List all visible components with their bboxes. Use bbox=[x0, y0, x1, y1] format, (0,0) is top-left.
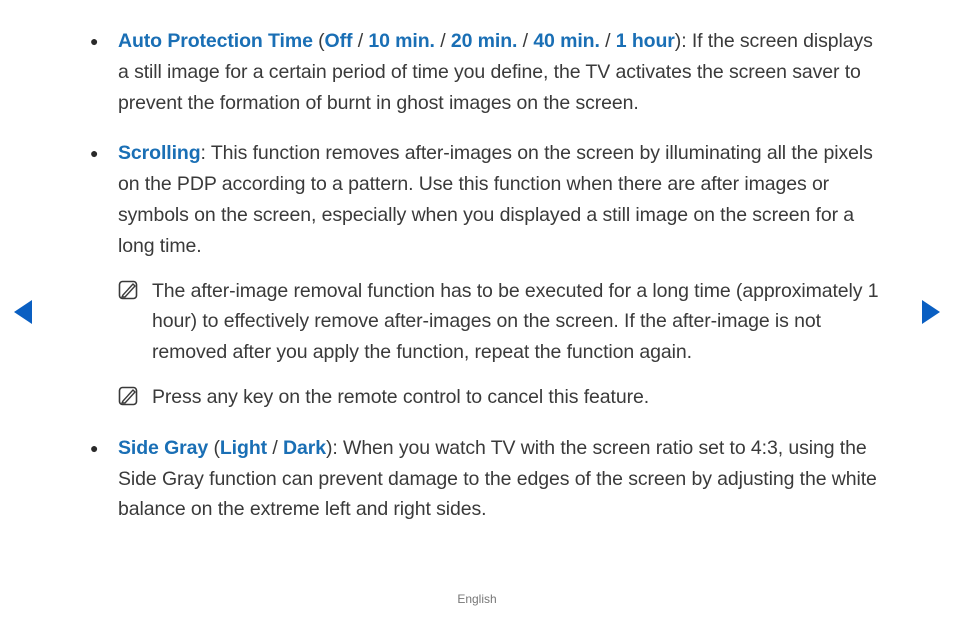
option: 20 min. bbox=[451, 30, 518, 52]
option: 10 min. bbox=[368, 30, 435, 52]
note-text: The after-image removal function has to … bbox=[152, 280, 878, 364]
option: Dark bbox=[283, 437, 326, 459]
option: Light bbox=[220, 437, 267, 459]
option-sep: / bbox=[435, 30, 451, 52]
note-icon bbox=[118, 280, 138, 300]
note-icon bbox=[118, 386, 138, 406]
option-sep: / bbox=[267, 437, 283, 459]
list-item: Auto Protection Time (Off / 10 min. / 20… bbox=[90, 26, 880, 118]
item-body: : This function removes after-images on … bbox=[118, 142, 873, 256]
keyword: Side Gray bbox=[118, 437, 208, 459]
note: Press any key on the remote control to c… bbox=[118, 382, 880, 413]
paren-open: ( bbox=[208, 437, 220, 459]
next-page-arrow[interactable] bbox=[922, 300, 940, 324]
option: 40 min. bbox=[533, 30, 600, 52]
option: 1 hour bbox=[616, 30, 675, 52]
option-sep: / bbox=[352, 30, 368, 52]
page-content: Auto Protection Time (Off / 10 min. / 20… bbox=[90, 26, 880, 545]
keyword: Scrolling bbox=[118, 142, 201, 164]
prev-page-arrow[interactable] bbox=[14, 300, 32, 324]
paren-open: ( bbox=[313, 30, 325, 52]
option: Off bbox=[325, 30, 353, 52]
note: The after-image removal function has to … bbox=[118, 276, 880, 368]
page-footer-language: English bbox=[0, 592, 954, 606]
option-sep: / bbox=[600, 30, 616, 52]
note-text: Press any key on the remote control to c… bbox=[152, 386, 649, 408]
option-sep: / bbox=[517, 30, 533, 52]
keyword: Auto Protection Time bbox=[118, 30, 313, 52]
list-item: Scrolling: This function removes after-i… bbox=[90, 138, 880, 412]
list-item: Side Gray (Light / Dark): When you watch… bbox=[90, 433, 880, 525]
